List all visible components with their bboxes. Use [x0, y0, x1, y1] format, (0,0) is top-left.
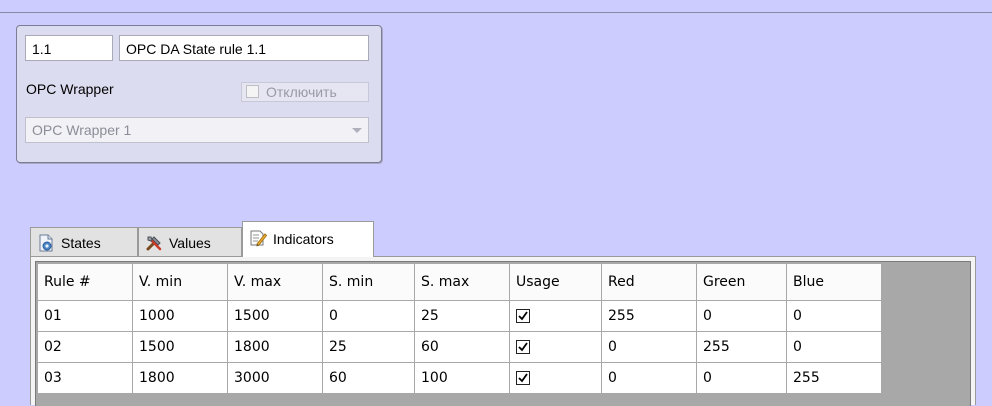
tab-indicators-label: Indicators	[273, 231, 334, 247]
tab-values-label: Values	[169, 235, 211, 251]
column-header[interactable]: Green	[696, 263, 787, 301]
table-row[interactable]: 02 1500 1800 25 60 0 255 0	[37, 331, 882, 363]
table-row[interactable]: 01 1000 1500 0 25 255 0 0	[37, 300, 882, 332]
column-header[interactable]: V. min	[132, 263, 228, 301]
disable-checkbox-label: Отключить	[266, 84, 337, 100]
smax-cell[interactable]: 100	[414, 362, 510, 394]
column-header[interactable]: S. min	[322, 263, 415, 301]
usage-checkbox[interactable]	[516, 340, 530, 354]
red-cell[interactable]: 0	[601, 331, 697, 363]
vmin-cell[interactable]: 1000	[132, 300, 228, 332]
tab-values[interactable]: Values	[138, 227, 242, 257]
vmin-cell[interactable]: 1800	[132, 362, 228, 394]
usage-checkbox[interactable]	[516, 309, 530, 323]
wrapper-select-value: OPC Wrapper 1	[32, 122, 132, 138]
vmax-cell[interactable]: 1500	[227, 300, 323, 332]
smax-cell[interactable]: 60	[414, 331, 510, 363]
usage-cell[interactable]	[509, 362, 602, 394]
tab-states[interactable]: States	[30, 227, 138, 257]
indicators-table: Rule # V. min V. max S. min S. max Usage…	[37, 263, 882, 394]
table-row[interactable]: 03 1800 3000 60 100 0 0 255	[37, 362, 882, 394]
wrapper-label: OPC Wrapper	[26, 81, 114, 97]
green-cell[interactable]: 0	[696, 300, 787, 332]
usage-checkbox[interactable]	[516, 371, 530, 385]
smin-cell[interactable]: 60	[322, 362, 415, 394]
vmin-cell[interactable]: 1500	[132, 331, 228, 363]
table-header-row: Rule # V. min V. max S. min S. max Usage…	[37, 263, 882, 301]
smin-cell[interactable]: 25	[322, 331, 415, 363]
values-icon	[145, 234, 163, 252]
blue-cell[interactable]: 255	[786, 362, 882, 394]
chevron-down-icon[interactable]	[352, 128, 362, 133]
red-cell[interactable]: 255	[601, 300, 697, 332]
indicators-panel: Rule # V. min V. max S. min S. max Usage…	[30, 256, 976, 406]
vmax-cell[interactable]: 1800	[227, 331, 323, 363]
column-header[interactable]: Rule #	[37, 263, 133, 301]
tab-states-label: States	[61, 235, 101, 251]
green-cell[interactable]: 0	[696, 362, 787, 394]
blue-cell[interactable]: 0	[786, 300, 882, 332]
indicators-grid: Rule # V. min V. max S. min S. max Usage…	[35, 261, 971, 406]
states-icon	[37, 234, 55, 252]
smin-cell[interactable]: 0	[322, 300, 415, 332]
tab-indicators[interactable]: Indicators	[242, 221, 374, 257]
vmax-cell[interactable]: 3000	[227, 362, 323, 394]
blue-cell[interactable]: 0	[786, 331, 882, 363]
column-header[interactable]: S. max	[414, 263, 510, 301]
top-divider	[0, 12, 992, 13]
column-header[interactable]: Red	[601, 263, 697, 301]
indicators-icon	[249, 229, 268, 247]
column-header[interactable]: V. max	[227, 263, 323, 301]
disable-checkbox-box[interactable]	[246, 85, 259, 98]
usage-cell[interactable]	[509, 331, 602, 363]
wrapper-select[interactable]: OPC Wrapper 1	[25, 117, 369, 143]
green-cell[interactable]: 255	[696, 331, 787, 363]
rule-number-cell[interactable]: 01	[37, 300, 133, 332]
column-header[interactable]: Usage	[509, 263, 602, 301]
usage-cell[interactable]	[509, 300, 602, 332]
object-name-field[interactable]: OPC DA State rule 1.1	[119, 35, 369, 61]
rule-number-cell[interactable]: 03	[37, 362, 133, 394]
object-settings-panel: 1.1 OPC DA State rule 1.1 OPC Wrapper От…	[16, 25, 382, 163]
column-header[interactable]: Blue	[786, 263, 882, 301]
red-cell[interactable]: 0	[601, 362, 697, 394]
smax-cell[interactable]: 25	[414, 300, 510, 332]
rule-number-cell[interactable]: 02	[37, 331, 133, 363]
disable-checkbox[interactable]: Отключить	[241, 82, 369, 102]
object-id-field[interactable]: 1.1	[25, 35, 113, 61]
